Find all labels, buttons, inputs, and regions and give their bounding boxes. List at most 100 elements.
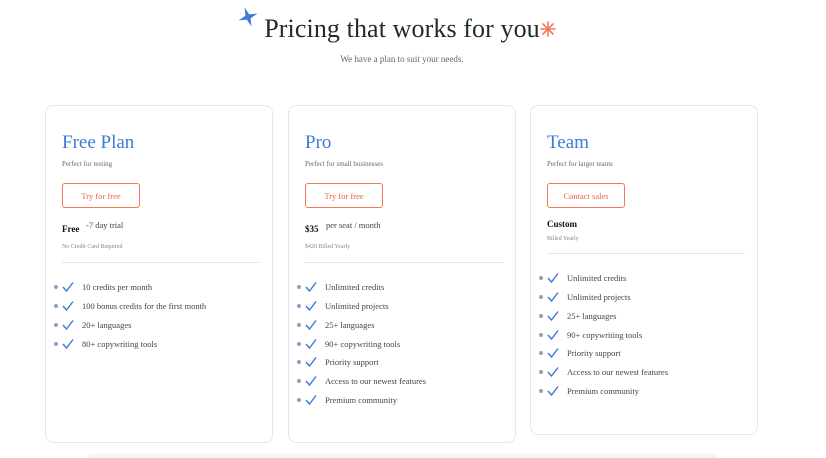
checkmark-icon	[547, 367, 559, 378]
checkmark-icon	[547, 348, 559, 359]
fine-print: No Credit Card Required	[62, 244, 123, 250]
list-item: 100 bonus credits for the first month	[54, 297, 206, 316]
try-for-free-button[interactable]: Try for free	[305, 183, 383, 208]
feature-label: Premium community	[567, 385, 640, 396]
checkmark-icon	[305, 319, 317, 330]
feature-label: Unlimited credits	[567, 273, 627, 284]
checkmark-icon	[547, 292, 559, 303]
list-item: Premium community	[539, 382, 668, 401]
bullet	[539, 351, 543, 356]
list-item: Unlimited credits	[539, 269, 668, 288]
checkmark-icon	[62, 301, 74, 312]
checkmark-icon	[305, 282, 317, 293]
list-item: 25+ languages	[539, 307, 668, 326]
feature-label: Priority support	[325, 357, 379, 368]
bullet	[297, 285, 301, 290]
feature-label: 20+ languages	[82, 319, 132, 330]
checkmark-icon	[62, 319, 74, 330]
list-item: 25+ languages	[297, 316, 426, 335]
feature-list: Unlimited credits Unlimited projects 25+…	[297, 278, 426, 409]
next-section-edge	[88, 452, 718, 458]
checkmark-icon	[62, 282, 74, 293]
feature-list: 10 credits per month 100 bonus credits f…	[54, 278, 206, 353]
fine-print: $420 Billed Yearly	[305, 244, 351, 250]
plan-price: Custom	[547, 219, 578, 229]
divider	[305, 262, 503, 263]
feature-label: 25+ languages	[325, 319, 375, 330]
plan-name: Team	[547, 132, 589, 153]
checkmark-icon	[305, 376, 317, 387]
bullet	[539, 370, 543, 375]
feature-label: Unlimited projects	[325, 301, 389, 312]
list-item: 10 credits per month	[54, 278, 206, 297]
bullet	[54, 322, 58, 327]
list-item: 20+ languages	[54, 316, 206, 335]
fine-print: Billed Yearly	[547, 236, 579, 242]
plan-name: Free Plan	[62, 132, 135, 153]
list-item: Access to our newest features	[539, 363, 668, 382]
feature-label: 100 bonus credits for the first month	[82, 301, 207, 312]
checkmark-icon	[305, 394, 317, 405]
list-item: 90+ copywriting tools	[539, 325, 668, 344]
pricing-card-pro: Pro Perfect for small businesses Try for…	[288, 105, 516, 443]
price-note: -7 day trial	[86, 220, 124, 230]
plan-name: Pro	[305, 132, 332, 153]
bullet	[539, 295, 543, 300]
list-item: Unlimited credits	[297, 278, 426, 297]
checkmark-icon	[62, 338, 74, 349]
pricing-card-team: Team Perfect for larger teams Contact sa…	[530, 105, 758, 435]
feature-label: Access to our newest features	[567, 367, 669, 378]
list-item: Unlimited projects	[539, 288, 668, 307]
pricing-card-free: Free Plan Perfect for testing Try for fr…	[45, 105, 273, 443]
feature-label: Priority support	[567, 348, 621, 359]
bullet	[539, 276, 543, 281]
feature-label: Unlimited credits	[325, 282, 385, 293]
feature-list: Unlimited credits Unlimited projects 25+…	[539, 269, 668, 400]
contact-sales-button[interactable]: Contact sales	[547, 183, 625, 208]
feature-label: Premium community	[325, 394, 398, 405]
checkmark-icon	[547, 310, 559, 321]
feature-label: 10 credits per month	[82, 282, 153, 293]
price-note: per seat / month	[326, 220, 381, 230]
checkmark-icon	[305, 357, 317, 368]
plan-price: Free	[62, 224, 80, 234]
try-for-free-button[interactable]: Try for free	[62, 183, 140, 208]
feature-label: 25+ languages	[567, 310, 617, 321]
plan-description: Perfect for larger teams	[547, 160, 613, 168]
divider	[547, 253, 745, 254]
checkmark-icon	[547, 329, 559, 340]
bullet	[297, 322, 301, 327]
list-item: 80+ copywriting tools	[54, 334, 206, 353]
checkmark-icon	[305, 338, 317, 349]
plan-description: Perfect for small businesses	[305, 160, 383, 168]
plan-price: $35	[305, 224, 319, 234]
asterisk-icon	[540, 21, 556, 37]
bullet	[539, 388, 543, 393]
checkmark-icon	[305, 301, 317, 312]
bullet	[539, 332, 543, 337]
list-item: Priority support	[297, 353, 426, 372]
bullet	[54, 285, 58, 290]
bullet	[297, 304, 301, 309]
bullet	[54, 341, 58, 346]
checkmark-icon	[547, 385, 559, 396]
feature-label: Access to our newest features	[325, 376, 427, 387]
feature-label: 90+ copywriting tools	[325, 338, 401, 349]
bullet	[297, 379, 301, 384]
page-title: Pricing that works for you	[264, 14, 540, 43]
bullet	[54, 304, 58, 309]
feature-label: 80+ copywriting tools	[82, 338, 158, 349]
list-item: Priority support	[539, 344, 668, 363]
page-subtitle: We have a plan to suit your needs.	[340, 54, 464, 64]
list-item: Premium community	[297, 391, 426, 410]
checkmark-icon	[547, 273, 559, 284]
list-item: Unlimited projects	[297, 297, 426, 316]
bullet	[539, 313, 543, 318]
bullet	[297, 341, 301, 346]
divider	[62, 262, 260, 263]
bullet	[297, 360, 301, 365]
plan-description: Perfect for testing	[62, 160, 113, 168]
feature-label: Unlimited projects	[567, 292, 631, 303]
pricing-header: Pricing that works for you We have a pla…	[0, 0, 826, 90]
list-item: Access to our newest features	[297, 372, 426, 391]
